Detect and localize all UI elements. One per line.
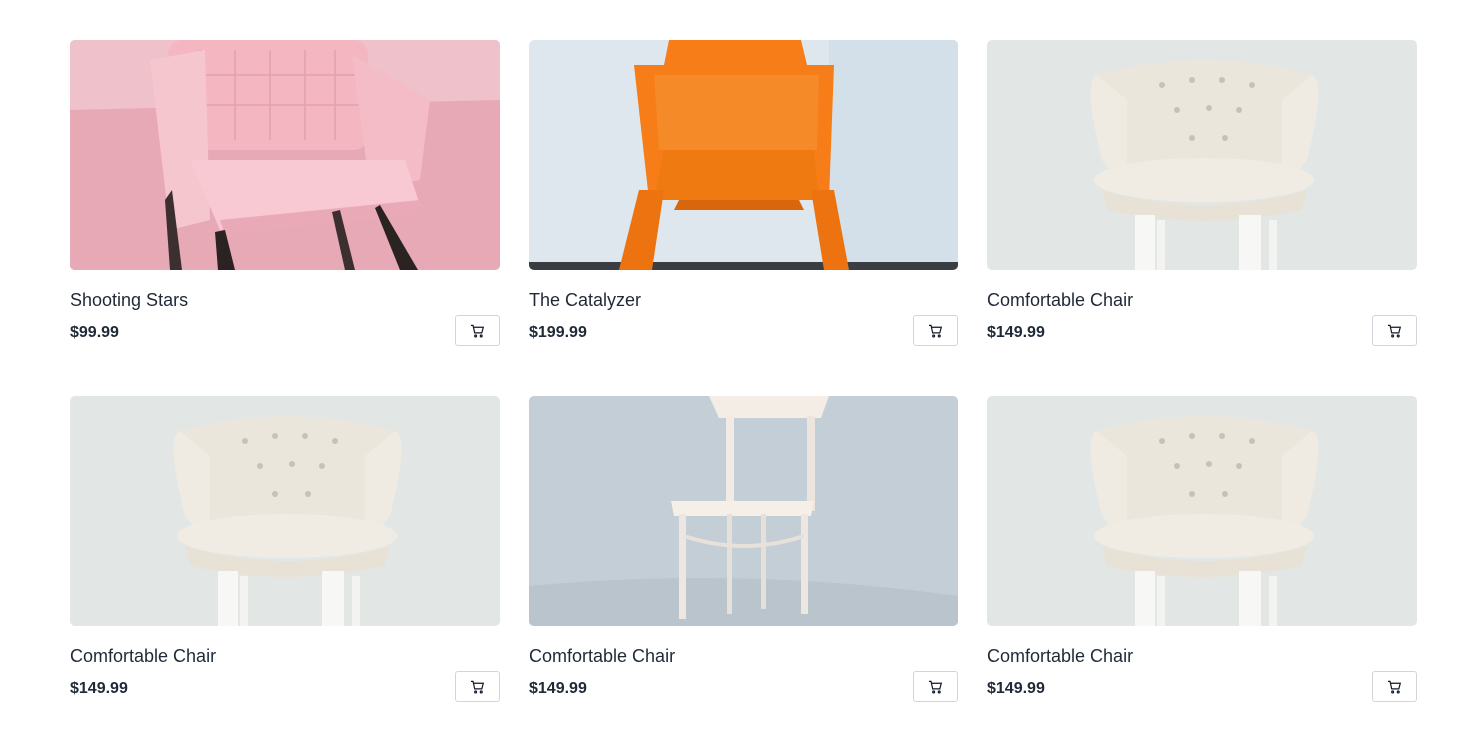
product-name[interactable]: Shooting Stars: [70, 289, 188, 311]
add-to-cart-button[interactable]: [1372, 671, 1417, 702]
product-name[interactable]: Comfortable Chair: [987, 645, 1133, 667]
product-image-white-tufted-chair[interactable]: [987, 40, 1417, 270]
cart-icon: [928, 324, 943, 337]
product-card[interactable]: The Catalyzer $199.99: [529, 40, 958, 396]
add-to-cart-button[interactable]: [455, 671, 500, 702]
cart-icon: [928, 680, 943, 693]
product-price: $149.99: [987, 680, 1045, 697]
cart-icon: [470, 680, 485, 693]
product-image-white-tufted-chair[interactable]: [70, 396, 500, 626]
product-name[interactable]: Comfortable Chair: [70, 645, 216, 667]
cart-icon: [470, 324, 485, 337]
cart-icon: [1387, 680, 1402, 693]
product-card[interactable]: Comfortable Chair $149.99: [70, 396, 500, 752]
product-price: $149.99: [529, 680, 587, 697]
product-name[interactable]: Comfortable Chair: [529, 645, 675, 667]
product-card[interactable]: Comfortable Chair $149.99: [987, 40, 1417, 396]
product-grid: Shooting Stars $99.99 The Catalyzer $199…: [70, 40, 1417, 752]
product-image-pink-armchair[interactable]: [70, 40, 500, 270]
add-to-cart-button[interactable]: [455, 315, 500, 346]
product-card[interactable]: Comfortable Chair $149.99: [987, 396, 1417, 752]
product-image-white-wooden-chair[interactable]: [529, 396, 958, 626]
add-to-cart-button[interactable]: [913, 315, 958, 346]
product-price: $99.99: [70, 324, 119, 341]
cart-icon: [1387, 324, 1402, 337]
product-name[interactable]: Comfortable Chair: [987, 289, 1133, 311]
add-to-cart-button[interactable]: [1372, 315, 1417, 346]
product-image-orange-chair[interactable]: [529, 40, 958, 270]
product-price: $149.99: [70, 680, 128, 697]
product-card[interactable]: Shooting Stars $99.99: [70, 40, 500, 396]
product-image-white-tufted-chair[interactable]: [987, 396, 1417, 626]
product-price: $149.99: [987, 324, 1045, 341]
product-card[interactable]: Comfortable Chair $149.99: [529, 396, 958, 752]
product-price: $199.99: [529, 324, 587, 341]
product-name[interactable]: The Catalyzer: [529, 289, 641, 311]
add-to-cart-button[interactable]: [913, 671, 958, 702]
